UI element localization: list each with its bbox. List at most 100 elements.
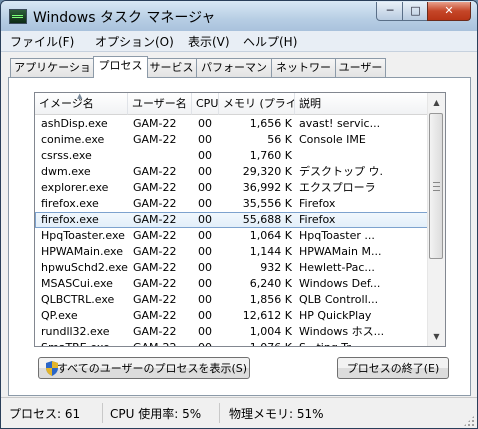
show-all-users-label: すべてのユーザーのプロセスを表示(S) [56,362,248,375]
minimize-button[interactable]: ─ [376,2,404,21]
cell-description: Windows ホス... [299,325,383,338]
status-bar: プロセス: 61 CPU 使用率: 5% 物理メモリ: 51% [1,397,477,428]
table-row[interactable]: MSASCui.exe GAM-22 00 6,240 K Windows Def... [35,276,431,292]
cell-user-name: GAM-22 [133,181,177,194]
table-row[interactable]: HPWAMain.exe GAM-22 00 1,144 K HPWAMain M... [35,244,431,260]
show-all-users-button[interactable]: すべてのユーザーのプロセスを表示(S) [38,357,250,379]
cell-memory: 56 K [267,133,292,146]
table-row[interactable]: QP.exe GAM-22 00 12,612 K HP QuickPlay [35,308,431,324]
tab-network[interactable]: ネットワーク [271,58,336,92]
cell-image-name: SmaTRE.exe [41,340,129,346]
column-header-image-name[interactable]: ▲ イメージ名 [35,93,128,115]
cell-cpu: 00 [198,261,212,274]
task-manager-window: Windows タスク マネージャ ─ □ ✕ ファイル(F) オプション(O)… [0,0,478,429]
cell-memory: 1,656 K [249,117,292,130]
status-divider [219,403,220,423]
cell-image-name: HPWAMain.exe [41,245,123,258]
cell-memory: 6,240 K [249,277,292,290]
cell-cpu: 00 [198,277,212,290]
cell-cpu: 00 [198,213,212,226]
cell-description: Console IME [299,133,366,146]
scroll-up-icon[interactable]: ▲ [430,96,443,109]
grip-icon [433,182,440,191]
table-row[interactable]: QLBCTRL.exe GAM-22 00 1,856 K QLB Controll..… [35,292,431,308]
cell-memory: 12,612 K [242,309,292,322]
cell-user-name: GAM-22 [133,293,177,306]
tab-users[interactable]: ユーザー [335,58,386,77]
status-divider [102,403,103,423]
cell-user-name: GAM-22 [133,325,177,338]
cell-user-name: GAM-22 [133,165,177,178]
cell-user-name: GAM-22 [133,133,177,146]
cell-image-name: firefox.exe [41,213,99,226]
cell-cpu: 00 [198,133,212,146]
table-row[interactable]: explorer.exe GAM-22 00 36,992 K エクスプローラ [35,180,431,196]
tab-applications[interactable]: アプリケーション [10,58,95,92]
cell-cpu: 00 [198,149,212,162]
menu-view[interactable]: 表示(V) [188,33,230,50]
table-row[interactable]: conime.exe GAM-22 00 56 K Console IME [35,132,431,148]
column-header-user-name[interactable]: ユーザー名 [128,93,192,115]
cell-memory: 1,076 K [222,340,292,346]
cell-cpu: 00 [198,245,212,258]
scrollbar-thumb[interactable] [429,113,443,259]
menu-help[interactable]: ヘルプ(H) [243,33,297,50]
menu-options[interactable]: オプション(O) [95,33,174,50]
vertical-scrollbar[interactable]: ▲ ▼ [427,93,445,346]
cell-image-name: explorer.exe [41,181,109,194]
tab-services[interactable]: サービス [146,58,197,77]
end-process-button[interactable]: プロセスの終了(E) [337,357,449,379]
cell-description: QLB Controll... [299,293,379,306]
processes-panel: ▲ イメージ名 ユーザー名 CPU メモリ (プライ 説明 ashDisp.ex… [8,77,471,396]
window-title: Windows タスク マネージャ [33,10,216,26]
table-row[interactable]: hpwuSchd2.exe GAM-22 00 932 K Hewlett-Pac... [35,260,431,276]
cell-image-name: QLBCTRL.exe [41,293,115,306]
cell-user-name: GAM-22 [133,117,177,130]
tab-processes[interactable]: プロセス [93,56,148,78]
cell-description: Firefox [299,197,336,210]
cell-memory: 36,992 K [242,181,292,194]
table-row[interactable]: csrss.exe 00 1,760 K [35,148,431,164]
column-header-cpu[interactable]: CPU [192,93,219,115]
cell-image-name: ashDisp.exe [41,117,108,130]
title-bar[interactable]: Windows タスク マネージャ ─ □ ✕ [1,1,477,31]
cell-user-name: GAM-22 [133,340,195,346]
cell-description: Hewlett-Pac... [299,261,375,274]
cell-cpu: 00 [198,229,212,242]
cell-cpu: 00 [198,181,212,194]
cell-image-name: hpwuSchd2.exe [41,261,128,274]
cell-cpu: 00 [198,197,212,210]
table-row[interactable]: rundll32.exe GAM-22 00 1,004 K Windows ホス... [35,324,431,340]
process-list[interactable]: ▲ イメージ名 ユーザー名 CPU メモリ (プライ 説明 ashDisp.ex… [34,92,446,347]
status-cpu: CPU 使用率: 5% [110,407,202,421]
close-button[interactable]: ✕ [427,2,471,21]
resize-grip-icon[interactable] [463,415,475,427]
column-header-description[interactable]: 説明 [295,93,431,115]
cell-user-name: GAM-22 [133,261,177,274]
cell-description: Windows Def... [299,277,381,290]
cell-description: エクスプローラ [299,181,376,194]
cell-memory: 35,556 K [242,197,292,210]
cell-memory: 55,688 K [242,213,292,226]
uac-shield-icon [46,361,58,376]
maximize-button[interactable]: □ [402,2,429,21]
status-processes: プロセス: 61 [9,407,81,421]
column-header-memory[interactable]: メモリ (プライ [219,93,295,115]
cell-image-name: csrss.exe [41,149,92,162]
cell-description: HpqToaster ... [299,229,375,242]
table-row[interactable]: firefox.exe GAM-22 00 55,688 K Firefox [35,212,431,228]
table-row[interactable]: SmaTRE.exe GAM-2200 1,076 K S...ting Tr... [35,340,431,346]
tab-performance[interactable]: パフォーマンス [196,58,272,92]
task-manager-icon [9,9,27,24]
table-row[interactable]: firefox.exe GAM-22 00 35,556 K Firefox [35,196,431,212]
table-row[interactable]: ashDisp.exe GAM-22 00 1,656 K avast! servic.… [35,116,431,132]
table-row[interactable]: HpqToaster.exe GAM-22 00 1,064 K HpqToaster … [35,228,431,244]
cell-user-name: GAM-22 [133,309,177,322]
cell-image-name: HpqToaster.exe [41,229,125,242]
cell-memory: 29,320 K [242,165,292,178]
table-row[interactable]: dwm.exe GAM-22 00 29,320 K デスクトップ ウ... [35,164,431,180]
scroll-down-icon[interactable]: ▼ [430,330,443,343]
menu-file[interactable]: ファイル(F) [10,33,74,50]
cell-memory: 1,064 K [249,229,292,242]
cell-image-name: dwm.exe [41,165,91,178]
